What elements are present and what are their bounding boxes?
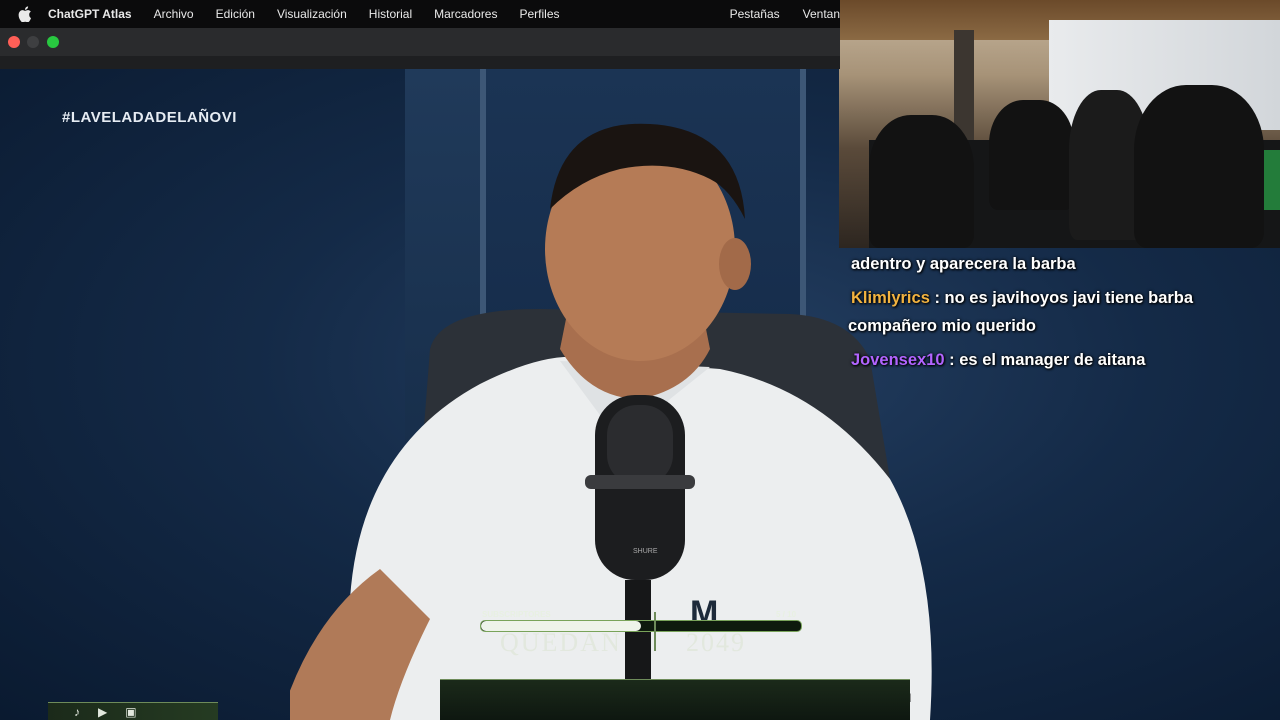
chat-username: Klimlyrics bbox=[851, 289, 930, 307]
youtube-icon[interactable]: ▶ bbox=[98, 705, 107, 719]
menu-right-group: Pestañas Ventan bbox=[707, 0, 840, 28]
menu-app-name[interactable]: ChatGPT Atlas bbox=[48, 7, 132, 21]
streamer-figure bbox=[869, 115, 974, 248]
twitch-icon[interactable]: ▣ bbox=[125, 705, 136, 719]
streamer-figure bbox=[989, 100, 1074, 210]
chat-message: Klimlyrics : no es javihoyos javi tiene … bbox=[848, 284, 1268, 340]
toolbar-separator bbox=[0, 56, 840, 69]
apple-logo-icon[interactable] bbox=[18, 6, 32, 22]
chat-text: adentro y aparecera la barba bbox=[851, 255, 1076, 273]
menu-archivo[interactable]: Archivo bbox=[154, 7, 194, 21]
progress-label: SUBSCRIPTORES bbox=[482, 610, 551, 619]
svg-text:SHURE: SHURE bbox=[633, 548, 658, 555]
remaining-label: QUEDAN bbox=[500, 628, 622, 657]
minimize-window-button[interactable] bbox=[27, 36, 39, 48]
social-links-strip: ♪ ▶ ▣ bbox=[48, 702, 218, 720]
event-hashtag: #LAVELADADELAÑOVI bbox=[62, 109, 237, 126]
menu-historial[interactable]: Historial bbox=[369, 7, 412, 21]
chat-message: adentro y aparecera la barba bbox=[848, 250, 1268, 278]
streamer-figure bbox=[1134, 85, 1264, 248]
progress-count: 5 / 10 bbox=[776, 610, 797, 619]
menu-pestanas[interactable]: Pestañas bbox=[730, 7, 780, 21]
remaining-number: 2049 bbox=[686, 628, 746, 657]
bar-divider bbox=[654, 612, 656, 651]
close-window-button[interactable] bbox=[8, 36, 20, 48]
chat-message: Jovensex10 : es el manager de aitana bbox=[848, 346, 1268, 374]
cam-pillar bbox=[954, 30, 974, 140]
tiktok-icon[interactable]: ♪ bbox=[74, 705, 80, 719]
chat-text: : es el manager de aitana bbox=[949, 351, 1146, 369]
menu-edicion[interactable]: Edición bbox=[216, 7, 255, 21]
menu-marcadores[interactable]: Marcadores bbox=[434, 7, 497, 21]
zoom-window-button[interactable] bbox=[47, 36, 59, 48]
menu-visualizacion[interactable]: Visualización bbox=[277, 7, 347, 21]
subscriber-goal-bar bbox=[440, 679, 910, 720]
browser-toolbar bbox=[0, 28, 840, 56]
chat-overlay: adentro y aparecera la barba Klimlyrics … bbox=[848, 250, 1268, 380]
menu-ventana[interactable]: Ventan bbox=[803, 7, 840, 21]
macos-menu-bar: ChatGPT Atlas Archivo Edición Visualizac… bbox=[0, 0, 840, 28]
menu-perfiles[interactable]: Perfiles bbox=[519, 7, 559, 21]
microphone-icon: SHURE bbox=[585, 395, 695, 720]
webcam-overlay bbox=[839, 0, 1280, 248]
chat-username: Jovensex10 bbox=[851, 351, 945, 369]
